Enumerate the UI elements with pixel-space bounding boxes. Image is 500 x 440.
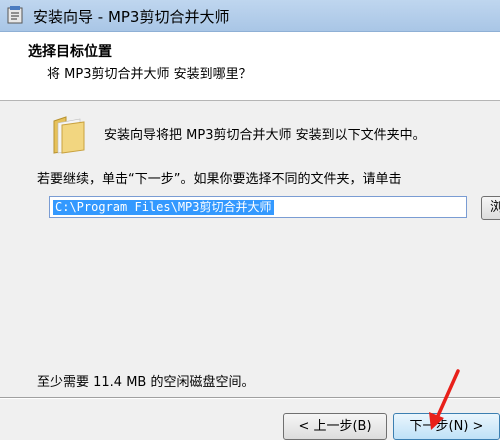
disk-space-text: 至少需要 11.4 MB 的空闲磁盘空间。 [37,375,255,390]
browse-button[interactable]: 浏 [481,196,500,220]
intro-text: 安装向导将把 MP3剪切合并大师 安装到以下文件夹中。 [104,128,426,143]
folder-icon [53,116,85,154]
window-title: 安装向导 - MP3剪切合并大师 [33,8,230,26]
install-path-input[interactable]: C:\Program Files\MP3剪切合并大师 [49,196,467,218]
setup-app-icon [7,6,23,24]
footer-divider [0,397,500,398]
window-title-bar[interactable]: 安装向导 - MP3剪切合并大师 [0,0,500,32]
page-subtitle: 将 MP3剪切合并大师 安装到哪里？ [47,67,252,82]
wizard-header: 选择目标位置 将 MP3剪切合并大师 安装到哪里？ [0,32,500,101]
install-path-value: C:\Program Files\MP3剪切合并大师 [53,200,274,215]
instruction-text: 若要继续，单击“下一步”。如果你要选择不同的文件夹，请单击 [37,172,402,187]
page-title: 选择目标位置 [28,44,112,60]
back-button[interactable]: < 上一步(B) [283,413,387,440]
next-button[interactable]: 下一步(N) > [393,413,500,440]
